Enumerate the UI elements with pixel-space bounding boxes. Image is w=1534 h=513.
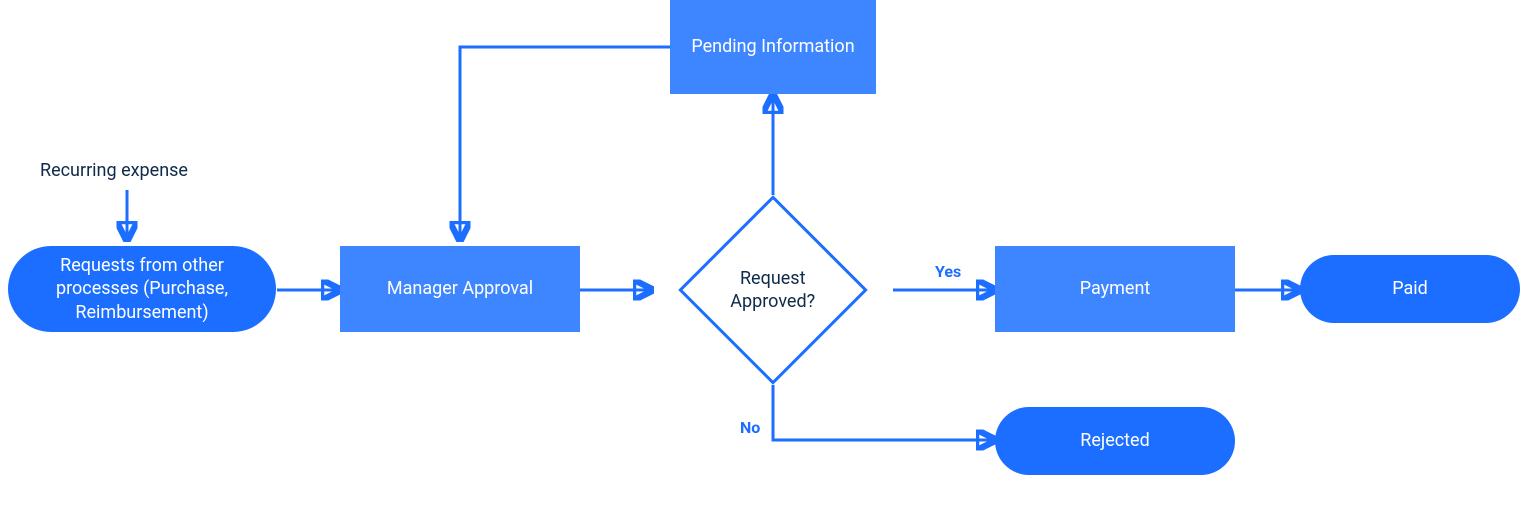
node-manager-approval-label: Manager Approval <box>387 277 533 300</box>
node-payment-label: Payment <box>1080 277 1151 300</box>
node-pending-information-label: Pending Information <box>691 35 854 58</box>
node-pending-information: Pending Information <box>670 0 876 94</box>
node-rejected: Rejected <box>995 407 1235 475</box>
node-paid-label: Paid <box>1392 277 1428 300</box>
node-requests: Requests from other processes (Purchase,… <box>8 246 276 332</box>
node-request-approved-label: Request Approved? <box>709 267 837 314</box>
branch-yes-label: Yes <box>935 262 961 281</box>
node-rejected-label: Rejected <box>1080 429 1150 452</box>
edge-pending-to-manager <box>460 47 670 240</box>
node-manager-approval: Manager Approval <box>340 246 580 332</box>
node-paid: Paid <box>1300 255 1520 323</box>
edge-decision-no-to-rejected <box>773 385 995 440</box>
node-payment: Payment <box>995 246 1235 332</box>
recurring-expense-label: Recurring expense <box>40 160 188 181</box>
node-request-approved-decision: Request Approved? <box>678 195 868 385</box>
branch-no-label: No <box>740 418 760 437</box>
node-requests-label: Requests from other processes (Purchase,… <box>32 254 252 324</box>
